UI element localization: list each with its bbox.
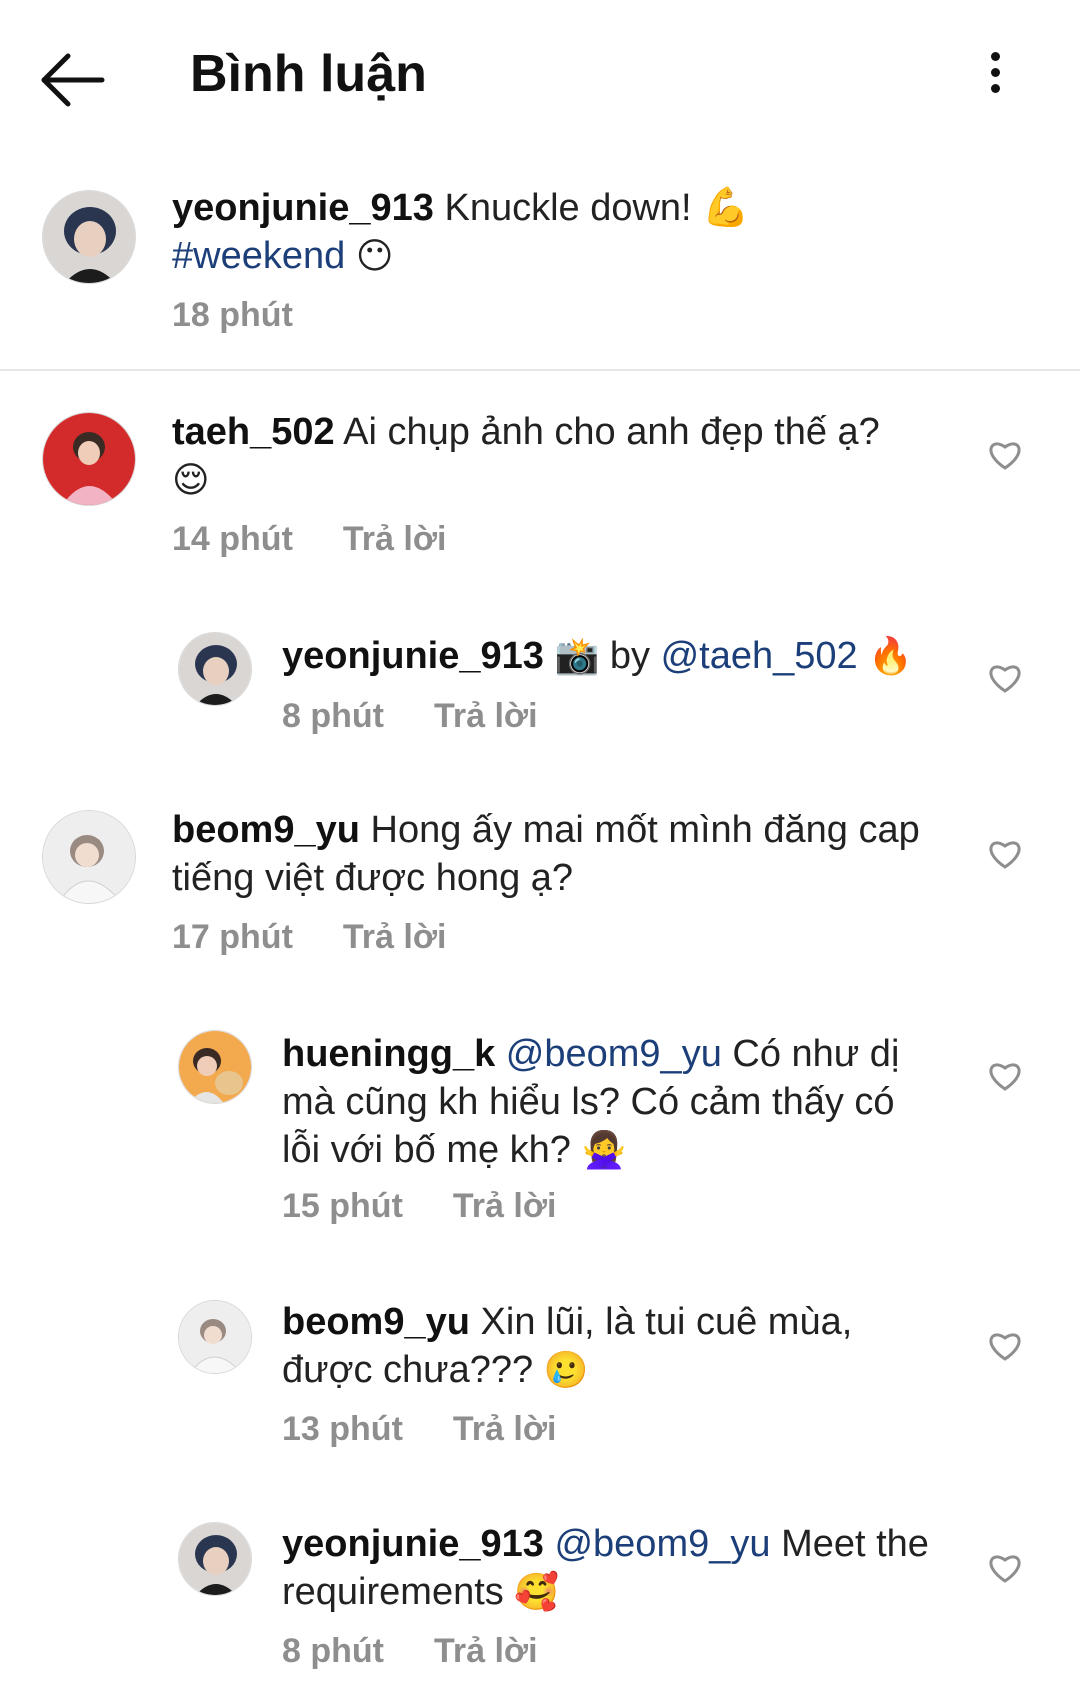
comment-body-line1: Có như dị: [732, 1033, 900, 1075]
reply-button[interactable]: Trả lời: [434, 1632, 538, 1670]
emoji: 🥲: [543, 1350, 589, 1391]
reply-button[interactable]: Trả lời: [343, 918, 447, 956]
like-heart-icon[interactable]: [988, 838, 1022, 870]
avatar[interactable]: [42, 190, 136, 284]
comment-body-line1: Xin lũi, là tui cuê mùa,: [480, 1301, 853, 1343]
like-heart-icon[interactable]: [988, 1330, 1022, 1362]
back-arrow-icon[interactable]: [38, 50, 108, 110]
avatar[interactable]: [178, 632, 252, 706]
reply-button[interactable]: Trả lời: [453, 1187, 557, 1225]
comment-meta: 15 phút Trả lời: [282, 1187, 556, 1226]
reply-button[interactable]: Trả lời: [343, 520, 447, 558]
comment-body: Ai chụp ảnh cho anh đẹp thế ạ?: [343, 411, 880, 453]
timestamp: 18 phút: [172, 296, 293, 334]
username[interactable]: beom9_yu: [282, 1301, 470, 1343]
timestamp: 15 phút: [282, 1187, 403, 1225]
comment-meta: 13 phút Trả lời: [282, 1410, 556, 1449]
comment-body-line2: mà cũng kh hiểu ls? Có cảm thấy có: [282, 1081, 895, 1123]
emoji: 🙅‍♀️: [581, 1130, 627, 1171]
divider: [0, 369, 1080, 371]
comment-text: hueningg_k @beom9_yu Có như dị mà cũng k…: [282, 1030, 942, 1175]
comment-meta: 8 phút Trả lời: [282, 1632, 538, 1671]
comment-meta: 17 phút Trả lời: [172, 918, 446, 957]
comment-text: beom9_yu Hong ấy mai mốt mình đăng cap t…: [172, 806, 952, 902]
caption-text: yeonjunie_913 Knuckle down! 💪 #weekend 😶: [172, 184, 972, 281]
like-heart-icon[interactable]: [988, 439, 1022, 471]
caption-body: Knuckle down! 💪: [444, 187, 750, 229]
comment-body-line2: được chưa???: [282, 1349, 534, 1391]
username[interactable]: taeh_502: [172, 411, 335, 453]
comment-meta: 14 phút Trả lời: [172, 520, 446, 559]
page-title: Bình luận: [190, 45, 427, 103]
comment-text: taeh_502 Ai chụp ảnh cho anh đẹp thế ạ? …: [172, 408, 912, 505]
timestamp: 8 phút: [282, 1632, 384, 1670]
username[interactable]: hueningg_k: [282, 1033, 495, 1075]
username[interactable]: yeonjunie_913: [172, 187, 434, 229]
timestamp: 14 phút: [172, 520, 293, 558]
camera-icon: 📸: [554, 636, 600, 677]
comment-body-line2: requirements: [282, 1571, 504, 1613]
mention-link[interactable]: @beom9_yu: [554, 1523, 770, 1565]
username[interactable]: yeonjunie_913: [282, 1523, 544, 1565]
comment-text: yeonjunie_913 @beom9_yu Meet the require…: [282, 1520, 942, 1617]
timestamp: 17 phút: [172, 918, 293, 956]
mention-link[interactable]: @taeh_502: [661, 635, 858, 677]
avatar[interactable]: [178, 1522, 252, 1596]
avatar[interactable]: [178, 1030, 252, 1104]
comment-body-line1: Meet the: [781, 1523, 929, 1565]
avatar[interactable]: [42, 810, 136, 904]
comment-meta: 8 phút Trả lời: [282, 697, 538, 736]
username[interactable]: beom9_yu: [172, 809, 360, 851]
header-bar: Bình luận: [0, 0, 1080, 150]
hashtag-link[interactable]: #weekend: [172, 235, 345, 277]
timestamp: 8 phút: [282, 697, 384, 735]
comment-body-line3: lỗi với bố mẹ kh?: [282, 1129, 571, 1171]
reply-button[interactable]: Trả lời: [434, 697, 538, 735]
emoji: 😌: [172, 460, 210, 501]
like-heart-icon[interactable]: [988, 662, 1022, 694]
mention-link[interactable]: @beom9_yu: [506, 1033, 722, 1075]
avatar[interactable]: [42, 412, 136, 506]
timestamp: 13 phút: [282, 1410, 403, 1448]
emoji: 😶: [355, 236, 394, 277]
like-heart-icon[interactable]: [988, 1060, 1022, 1092]
comment-text: beom9_yu Xin lũi, là tui cuê mùa, được c…: [282, 1298, 942, 1395]
emoji: 🥰: [514, 1572, 560, 1613]
comment-body: by: [609, 635, 650, 677]
comment-text: yeonjunie_913 📸 by @taeh_502 🔥: [282, 632, 922, 681]
reply-button[interactable]: Trả lời: [453, 1410, 557, 1448]
comment-body-line2: tiếng việt được hong ạ?: [172, 857, 574, 899]
comment-body-line1: Hong ấy mai mốt mình đăng cap: [370, 809, 920, 851]
avatar[interactable]: [178, 1300, 252, 1374]
like-heart-icon[interactable]: [988, 1552, 1022, 1584]
caption-time: 18 phút: [172, 296, 293, 335]
username[interactable]: yeonjunie_913: [282, 635, 544, 677]
fire-icon: 🔥: [868, 636, 914, 677]
more-options-icon[interactable]: [975, 48, 1015, 98]
